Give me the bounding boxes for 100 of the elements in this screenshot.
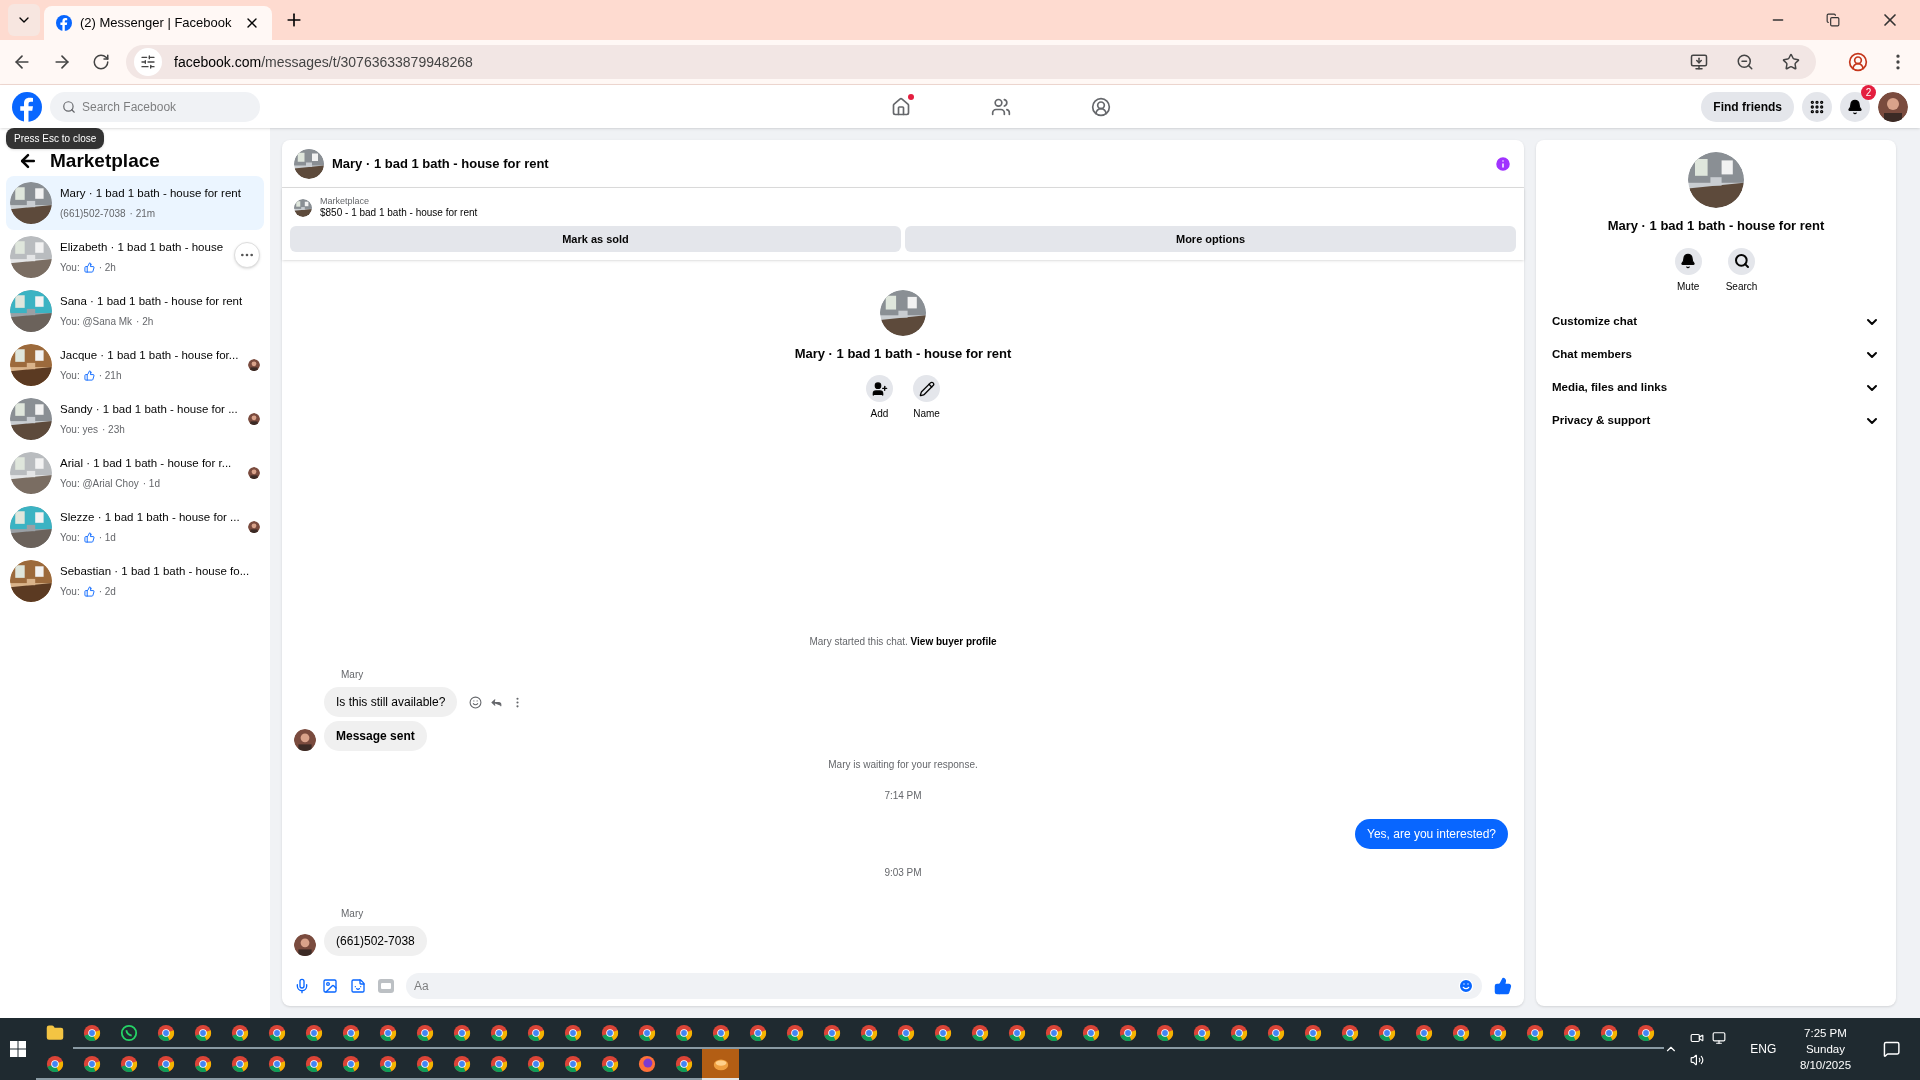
language-indicator[interactable]: ENG — [1750, 1040, 1777, 1058]
browser-icon[interactable] — [304, 1054, 323, 1073]
volume-icon[interactable] — [1690, 1053, 1705, 1067]
details-action-button[interactable]: Search — [1725, 247, 1758, 294]
bookmark-icon[interactable] — [1782, 53, 1800, 71]
browser-icon[interactable] — [1451, 1023, 1470, 1042]
home-icon[interactable] — [890, 96, 911, 117]
browser-icon[interactable] — [45, 1054, 64, 1073]
browser-icon[interactable] — [1081, 1023, 1100, 1042]
browser-icon[interactable] — [341, 1054, 360, 1073]
photo-icon[interactable] — [322, 978, 338, 994]
browser-tab[interactable]: (2) Messenger | Facebook — [44, 6, 272, 40]
browser-icon[interactable] — [785, 1023, 804, 1042]
buyer-profile-link[interactable]: View buyer profile — [910, 636, 997, 647]
browser-icon[interactable] — [822, 1023, 841, 1042]
browser-icon[interactable] — [267, 1023, 286, 1042]
browser-icon[interactable] — [526, 1054, 545, 1073]
profile-icon[interactable] — [1848, 52, 1868, 72]
browser-icon[interactable] — [1044, 1023, 1063, 1042]
browser-icon[interactable] — [193, 1023, 212, 1042]
browser-icon[interactable] — [267, 1054, 286, 1073]
details-section[interactable]: Media, files and links — [1544, 371, 1888, 405]
conversation-item[interactable]: Slezze · 1 bad 1 bath - house for ... You: · 1d — [6, 500, 264, 554]
listing-action-button[interactable]: More options — [905, 225, 1516, 252]
browser-icon[interactable] — [1266, 1023, 1285, 1042]
browser-icon[interactable] — [970, 1023, 989, 1042]
browser-icon[interactable] — [1118, 1023, 1137, 1042]
search-field[interactable]: Search Facebook — [50, 91, 260, 122]
site-settings-icon[interactable] — [140, 54, 156, 70]
friends-icon[interactable] — [990, 96, 1011, 117]
conversation-item[interactable]: Jacque · 1 bad 1 bath - house for... You: · 21h — [6, 338, 264, 392]
browser-icon[interactable] — [1007, 1023, 1026, 1042]
details-section[interactable]: Customize chat — [1544, 305, 1888, 339]
find-friends-button[interactable]: Find friends — [1701, 91, 1794, 122]
browser-icon[interactable] — [1488, 1023, 1507, 1042]
browser-icon[interactable] — [1636, 1023, 1655, 1042]
like-icon[interactable] — [1494, 977, 1512, 995]
browser-icon[interactable] — [230, 1054, 249, 1073]
clock[interactable]: 7:25 PM Sunday 8/10/2025 — [1788, 1025, 1863, 1073]
browser-icon[interactable] — [1599, 1023, 1618, 1042]
browser-icon[interactable] — [341, 1023, 360, 1042]
browser-icon[interactable] — [674, 1054, 693, 1073]
back-icon[interactable] — [18, 151, 38, 171]
browser-icon[interactable] — [193, 1054, 212, 1073]
conversation-item[interactable]: Sana · 1 bad 1 bath - house for rent You: @Sana Mk · 2h — [6, 284, 264, 338]
microphone-icon[interactable] — [294, 978, 310, 994]
install-icon[interactable] — [1690, 53, 1708, 71]
browser-icon[interactable] — [378, 1054, 397, 1073]
info-icon[interactable] — [1494, 154, 1512, 173]
browser-icon[interactable] — [82, 1054, 101, 1073]
browser-icon[interactable] — [637, 1054, 656, 1073]
react-icon[interactable] — [469, 695, 483, 709]
folder-icon[interactable] — [45, 1023, 64, 1042]
browser-icon[interactable] — [674, 1023, 693, 1042]
browser-icon[interactable] — [489, 1054, 508, 1073]
conversation-item[interactable]: Sandy · 1 bad 1 bath - house for ... You: yes · 23h — [6, 392, 264, 446]
browser-icon[interactable] — [1192, 1023, 1211, 1042]
profile-icon[interactable] — [1090, 96, 1111, 117]
listing-action-button[interactable]: Mark as sold — [290, 225, 901, 252]
address-bar[interactable]: facebook.com/messages/t/30763633879948268 — [126, 45, 1816, 79]
browser-icon[interactable] — [1414, 1023, 1433, 1042]
browser-icon[interactable] — [600, 1023, 619, 1042]
browser-icon[interactable] — [526, 1023, 545, 1042]
facebook-logo-icon[interactable] — [12, 91, 42, 122]
reload-icon[interactable] — [92, 53, 110, 71]
conversation-item[interactable]: Arial · 1 bad 1 bath - house for r... You: @Arial Choy · 1d — [6, 446, 264, 500]
browser-icon[interactable] — [1525, 1023, 1544, 1042]
restore-icon[interactable] — [1826, 13, 1840, 27]
conversation-item[interactable]: Sebastian · 1 bad 1 bath - house fo... You: · 2d — [6, 554, 264, 608]
browser-icon[interactable] — [748, 1023, 767, 1042]
zoom-icon[interactable] — [1736, 53, 1754, 71]
browser-icon[interactable] — [378, 1023, 397, 1042]
browser-icon[interactable] — [1229, 1023, 1248, 1042]
browser-icon[interactable] — [452, 1054, 471, 1073]
details-section[interactable]: Privacy & support — [1544, 404, 1888, 438]
notification-center-icon[interactable] — [1882, 1039, 1900, 1059]
browser-icon[interactable] — [82, 1023, 101, 1042]
camera-icon[interactable] — [1690, 1031, 1705, 1045]
browser-icon[interactable] — [489, 1023, 508, 1042]
browser-icon[interactable] — [637, 1023, 656, 1042]
browser-icon[interactable] — [230, 1023, 249, 1042]
browser-icon[interactable] — [452, 1023, 471, 1042]
details-section[interactable]: Chat members — [1544, 338, 1888, 372]
browser-icon[interactable] — [563, 1054, 582, 1073]
browser-icon[interactable] — [119, 1054, 138, 1073]
message-input[interactable]: Aa — [406, 973, 1482, 999]
display-icon[interactable] — [1712, 1031, 1727, 1045]
browser-icon[interactable] — [711, 1023, 730, 1042]
browser-icon[interactable] — [1562, 1023, 1581, 1042]
browser-icon[interactable] — [563, 1023, 582, 1042]
browser-icon[interactable] — [1340, 1023, 1359, 1042]
browser-icon[interactable] — [415, 1023, 434, 1042]
windows-start-icon[interactable] — [10, 1041, 27, 1057]
browser-icon[interactable] — [1155, 1023, 1174, 1042]
browser-icon[interactable] — [600, 1054, 619, 1073]
conversation-item[interactable]: Mary · 1 bad 1 bath - house for rent (661)502-7038 · 21m — [6, 176, 264, 230]
browser-icon[interactable] — [156, 1023, 175, 1042]
browser-icon[interactable] — [896, 1023, 915, 1042]
browser-icon[interactable] — [1303, 1023, 1322, 1042]
browser-icon[interactable] — [415, 1054, 434, 1073]
